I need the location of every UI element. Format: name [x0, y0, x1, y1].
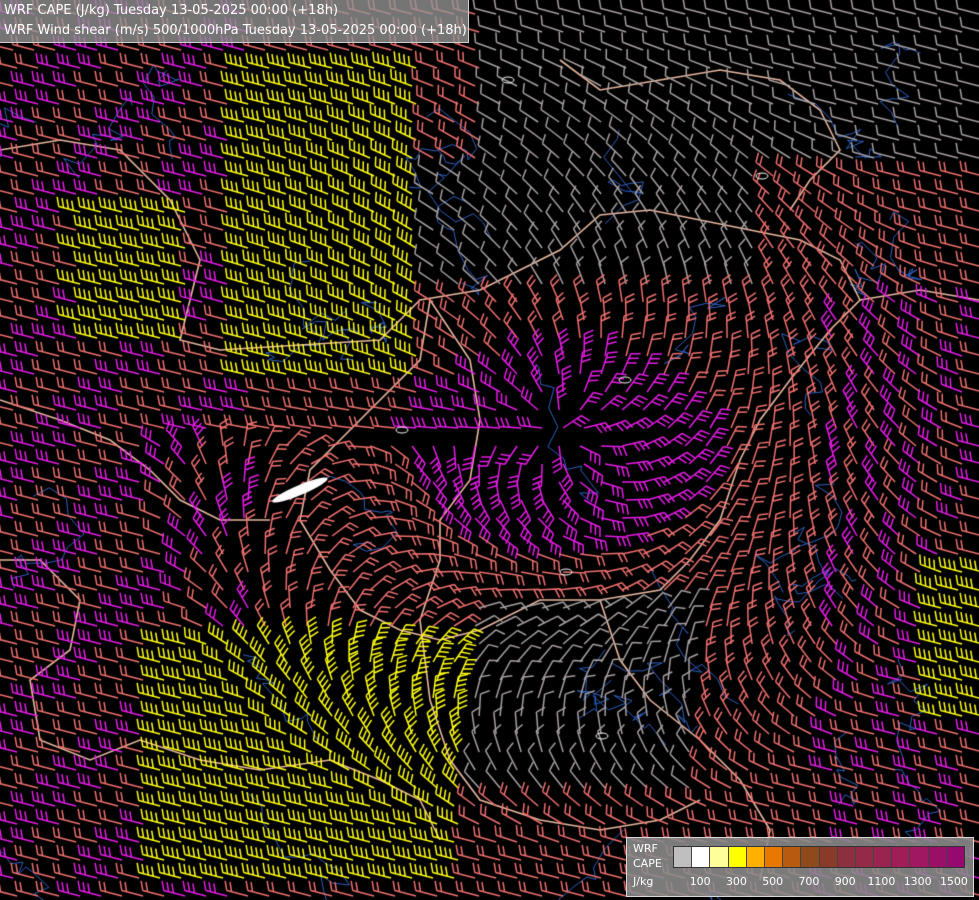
legend-field-label: CAPE	[633, 857, 662, 870]
legend-swatch	[946, 847, 964, 867]
legend-swatch	[874, 847, 893, 867]
cape-title: WRF CAPE (J/kg) Tuesday 13-05-2025 00:00…	[4, 3, 339, 18]
legend-unit-label: J/kg	[633, 875, 654, 888]
legend-swatch	[910, 847, 929, 867]
legend-swatch	[801, 847, 820, 867]
legend-tick-labels: 100 300 500 700 900 1100 1300 1500	[673, 875, 973, 889]
legend-swatch	[674, 847, 693, 867]
legend-tick-label: 300	[725, 875, 747, 888]
legend-swatch	[783, 847, 802, 867]
wind-shear-title: WRF Wind shear (m/s) 500/1000hPa Tuesday…	[4, 23, 467, 38]
legend-swatch	[692, 847, 711, 867]
legend-color-scale	[673, 846, 965, 868]
legend-tick-label: 100	[689, 875, 711, 888]
legend-swatch	[855, 847, 875, 867]
legend-model-label: WRF	[633, 842, 658, 855]
legend-swatch	[710, 847, 729, 867]
legend-tick-label: 1300	[903, 875, 932, 888]
legend-tick-label: 700	[798, 875, 820, 888]
legend-swatch	[728, 847, 747, 867]
cape-legend: WRF CAPE J/kg 100 300 500 700 900 1100 1300 150…	[626, 837, 974, 897]
legend-tick-label: 1500	[939, 875, 968, 888]
legend-tick-label: 900	[834, 875, 856, 888]
legend-swatch	[892, 847, 911, 867]
map-title-box: WRF CAPE (J/kg) Tuesday 13-05-2025 00:00…	[0, 0, 469, 43]
legend-swatch	[928, 847, 947, 867]
legend-tick-label: 500	[762, 875, 784, 888]
legend-swatch	[819, 847, 838, 867]
legend-swatch	[764, 847, 784, 867]
legend-swatch	[837, 847, 856, 867]
wind-shear-map	[0, 0, 979, 900]
legend-tick-label: 1100	[867, 875, 896, 888]
legend-swatch	[746, 847, 765, 867]
